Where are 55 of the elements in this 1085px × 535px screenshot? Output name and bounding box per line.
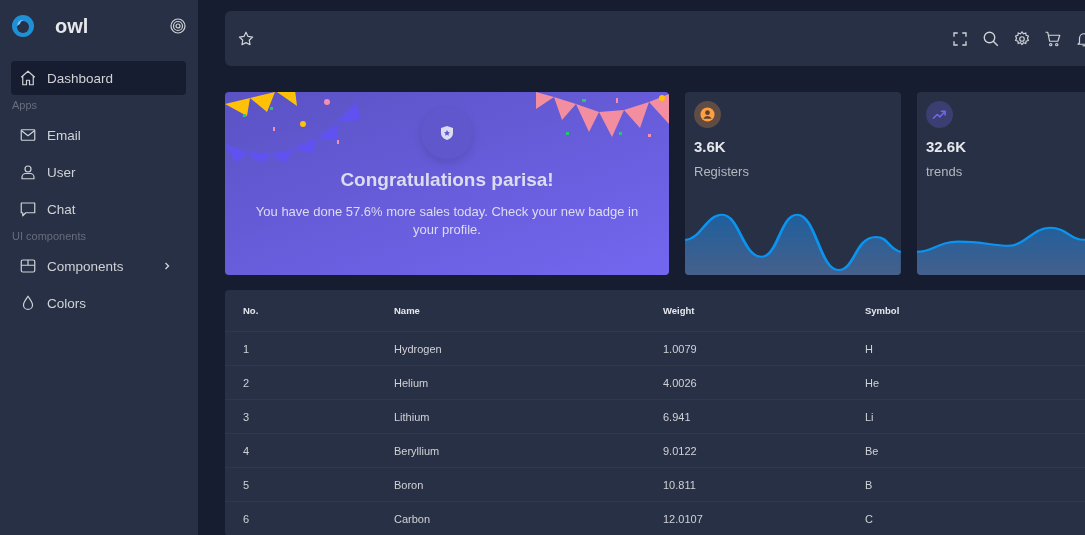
fullscreen-icon[interactable] [951, 29, 969, 48]
table-cell-text: Carbon [394, 512, 432, 525]
target-icon[interactable] [170, 18, 186, 34]
table-cell-text: 4 [243, 444, 251, 457]
nav-item[interactable]: Chat [11, 192, 186, 226]
box-icon [19, 257, 37, 275]
logo-icon [11, 14, 35, 38]
table-cell-text: Boron [394, 478, 425, 491]
table-cell-text: 10.811 [663, 478, 697, 491]
table-cell-text: 9.0122 [663, 444, 698, 457]
nav-item[interactable]: User [11, 155, 186, 189]
table-cell-text: Helium [394, 376, 430, 389]
table-cell-text: 1.0079 [663, 342, 698, 355]
table-cell-text: H [865, 342, 874, 355]
user-icon [19, 163, 37, 181]
welcome-message: You have done 57.6% more sales today. Check your new badge in your profile. [254, 203, 640, 239]
column-header: Symbol [865, 305, 901, 316]
table-cell-text: Be [865, 444, 880, 457]
table-cell-text: 1 [243, 342, 251, 355]
table-cell-text: Hydrogen [394, 342, 443, 355]
search-icon[interactable] [982, 29, 1000, 48]
stat-value: 3.6K [694, 138, 726, 155]
table-cell-text: 12.0107 [663, 512, 704, 525]
nav-item[interactable]: Email [11, 118, 186, 152]
table-cell-text: C [865, 512, 874, 525]
table-cell-text: 3 [243, 410, 251, 423]
table-cell-text: He [865, 376, 881, 389]
home-icon [19, 69, 37, 87]
brand-name: owl [55, 14, 90, 38]
table-cell-text: 6 [243, 512, 251, 525]
table-cell-text: 6.941 [663, 410, 692, 423]
star-icon[interactable] [237, 29, 255, 48]
cart-icon[interactable] [1044, 29, 1062, 48]
column-header: Weight [663, 305, 696, 316]
stat-label: Registers [694, 164, 749, 179]
stat-value: 32.6K [926, 138, 967, 155]
mail-icon [19, 126, 37, 144]
settings-icon[interactable] [1013, 29, 1031, 48]
nav-section-label: Apps [11, 99, 39, 113]
column-header: Name [394, 305, 421, 316]
nav-item[interactable]: Colors [11, 286, 186, 320]
stat-label: trends [926, 164, 963, 179]
table-cell-text: Beryllium [394, 444, 441, 457]
nav-item[interactable]: Components [11, 249, 186, 283]
nav-section-label: UI components [11, 230, 87, 244]
column-header: No. [243, 305, 260, 316]
table-cell-text: Lithium [394, 410, 431, 423]
welcome-title: Congratulations parisa! [340, 169, 554, 191]
table-cell-text: 4.0026 [663, 376, 698, 389]
nav-item[interactable]: Dashboard [11, 61, 186, 95]
table-cell-text: 2 [243, 376, 251, 389]
table-cell-text: B [865, 478, 874, 491]
chat-icon [19, 200, 37, 218]
table-cell-text: Li [865, 410, 875, 423]
table-cell-text: 5 [243, 478, 251, 491]
